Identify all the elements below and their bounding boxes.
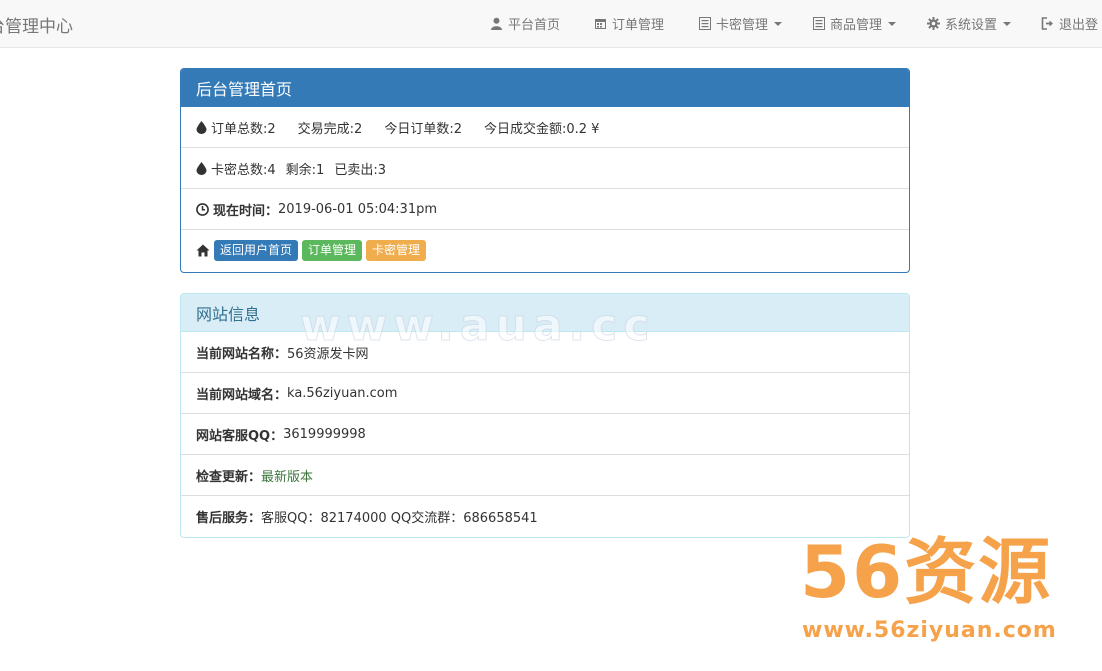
card-key-management-button[interactable]: 卡密管理: [366, 240, 427, 261]
nav-orders-label: 订单管理: [612, 18, 665, 33]
nav-card-keys[interactable]: 卡密管理: [699, 14, 783, 33]
watermark-logo-url: www.56ziyuan.com: [802, 618, 1057, 643]
back-to-user-home-button[interactable]: 返回用户首页: [214, 240, 299, 261]
site-info-panel-title: 网站信息: [181, 294, 909, 332]
support-qq-row: 网站客服QQ： 3619999998: [181, 414, 909, 455]
site-domain-value: ka.56ziyuan.com: [287, 385, 398, 401]
home-icon: [196, 244, 210, 257]
clock-icon: [196, 202, 209, 216]
total-orders-stat: 订单总数:2: [211, 121, 276, 137]
logout-icon: [1041, 17, 1053, 30]
admin-home-panel: 后台管理首页 订单总数:2 交易完成:2 今日订单数:2 今日成交金额:0.2 …: [180, 68, 910, 273]
order-management-button[interactable]: 订单管理: [302, 240, 363, 261]
nav-logout[interactable]: 退出登: [1041, 14, 1098, 33]
remaining-cards-stat: 剩余:1: [285, 162, 325, 178]
user-icon: [491, 17, 502, 30]
nav-card-keys-label: 卡密管理: [716, 18, 769, 33]
watermark-logo: 56资源 www.56ziyuan.com: [800, 528, 1080, 668]
current-time-value: 2019-06-01 05:04:31pm: [278, 201, 437, 217]
chevron-down-icon: [774, 21, 783, 26]
admin-home-panel-title: 后台管理首页: [181, 69, 909, 107]
brand-title[interactable]: 台管理中心: [0, 12, 73, 37]
tint-icon: [196, 161, 207, 175]
nav-settings-label: 系统设置: [945, 18, 998, 33]
after-sales-label: 售后服务：: [196, 511, 262, 526]
site-info-panel: 网站信息 当前网站名称： 56资源发卡网 当前网站域名： ka.56ziyuan…: [180, 293, 910, 538]
total-cards-stat: 卡密总数:4: [211, 162, 276, 178]
quick-links-row: 返回用户首页 订单管理 卡密管理: [181, 230, 909, 271]
current-time-row: 现在时间： 2019-06-01 05:04:31pm: [181, 189, 909, 230]
nav-products[interactable]: 商品管理: [813, 14, 897, 33]
nav-platform-home-label: 平台首页: [508, 18, 561, 33]
site-name-label: 当前网站名称：: [196, 346, 288, 362]
sold-cards-stat: 已卖出:3: [334, 162, 386, 178]
chevron-down-icon: [888, 21, 897, 26]
site-domain-label: 当前网站域名：: [196, 387, 288, 403]
nav-orders[interactable]: 订单管理: [594, 14, 664, 33]
nav-platform-home[interactable]: 平台首页: [490, 14, 560, 33]
nav-logout-label: 退出登: [1059, 18, 1099, 33]
top-navbar: 台管理中心 平台首页 订单管理 卡密管理 商品管理 系统设置 退出登: [0, 0, 1102, 48]
site-name-value: 56资源发卡网: [287, 346, 369, 362]
after-sales-row: 售后服务： 客服QQ：82174000 QQ交流群：686658541: [181, 496, 909, 537]
check-update-row: 检查更新： 最新版本: [181, 455, 909, 496]
site-name-row: 当前网站名称： 56资源发卡网: [181, 332, 909, 373]
support-qq-label: 网站客服QQ：: [196, 428, 284, 444]
order-stats-row: 订单总数:2 交易完成:2 今日订单数:2 今日成交金额:0.2 ¥: [181, 107, 909, 148]
tint-icon: [196, 120, 207, 134]
today-revenue-stat: 今日成交金额:0.2 ¥: [483, 121, 600, 137]
completed-orders-stat: 交易完成:2: [297, 121, 363, 137]
gear-icon: [927, 17, 940, 30]
list-icon: [813, 17, 825, 30]
watermark-logo-main: 56资源: [800, 530, 1053, 614]
chevron-down-icon: [1003, 21, 1012, 26]
site-domain-row: 当前网站域名： ka.56ziyuan.com: [181, 373, 909, 414]
calendar-icon: [595, 19, 606, 29]
support-qq-value: 3619999998: [283, 426, 366, 442]
current-time-label: 现在时间：: [213, 203, 279, 219]
check-update-label: 检查更新：: [196, 469, 262, 485]
today-orders-stat: 今日订单数:2: [384, 121, 462, 137]
nav-settings[interactable]: 系统设置: [927, 14, 1012, 33]
list-icon: [699, 17, 711, 30]
nav-products-label: 商品管理: [830, 18, 883, 33]
after-sales-value: 客服QQ：82174000 QQ交流群：686658541: [261, 511, 538, 526]
check-update-value: 最新版本: [261, 469, 314, 485]
card-stats-row: 卡密总数:4 剩余:1 已卖出:3: [181, 148, 909, 189]
